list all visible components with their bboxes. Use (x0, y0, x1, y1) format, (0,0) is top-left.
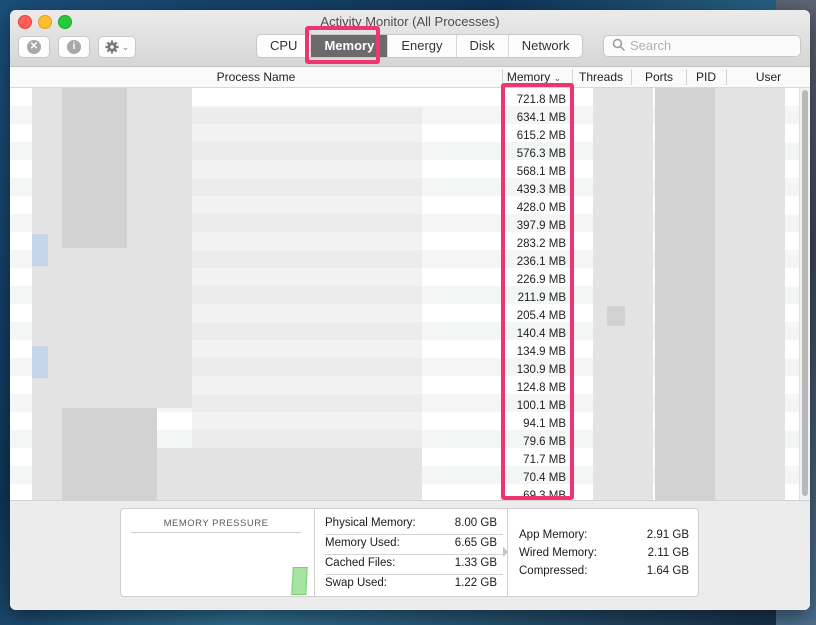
column-process-name[interactable]: Process Name (10, 70, 502, 84)
column-ports[interactable]: Ports (632, 70, 686, 84)
stop-process-button[interactable]: ✕ (18, 36, 50, 58)
tab-cpu[interactable]: CPU (257, 35, 310, 57)
redacted-threads (607, 306, 625, 326)
stat-memory-used: Memory Used: 6.65 GB (325, 534, 503, 555)
scroll-thumb[interactable] (802, 90, 808, 496)
column-threads[interactable]: Threads (573, 70, 629, 84)
x-circle-icon: ✕ (27, 40, 41, 54)
column-header: Process Name Memory ⌄ Threads Ports PID … (10, 67, 810, 88)
memory-pressure-graph (291, 567, 308, 595)
tab-network[interactable]: Network (507, 35, 583, 57)
column-pid[interactable]: PID (687, 70, 725, 84)
stat-value: 1.64 GB (646, 565, 689, 577)
info-icon: i (67, 40, 81, 54)
stat-compressed: Compressed: 1.64 GB (519, 563, 689, 581)
stat-cached-files: Cached Files: 1.33 GB (325, 554, 503, 575)
memory-summary-area: MEMORY PRESSURE Physical Memory: 8.00 GB… (10, 500, 810, 610)
stat-swap-used: Swap Used: 1.22 GB (325, 574, 503, 594)
redacted-names (62, 408, 157, 500)
stat-label: Cached Files: (325, 557, 396, 569)
sort-chevron-icon: ⌄ (553, 73, 562, 83)
stat-value: 6.65 GB (454, 537, 497, 549)
stat-label: Swap Used: (325, 577, 388, 589)
memory-tab-highlight (305, 26, 380, 64)
redacted-icon-block (32, 234, 48, 266)
redacted-users (715, 88, 785, 500)
redacted-ports-pid (655, 88, 715, 500)
memory-pressure-title: MEMORY PRESSURE (163, 518, 269, 529)
redacted-names (157, 448, 422, 500)
search-icon (612, 38, 626, 52)
table-scrollbar[interactable] (799, 88, 810, 500)
tab-disk[interactable]: Disk (455, 35, 508, 57)
column-memory[interactable]: Memory ⌄ (503, 70, 565, 84)
gear-icon (105, 40, 119, 54)
memory-summary-panel: MEMORY PRESSURE Physical Memory: 8.00 GB… (120, 508, 699, 597)
redacted-icons (32, 88, 62, 500)
stat-wired-memory: Wired Memory: 2.11 GB (519, 545, 689, 563)
search-input[interactable]: Search (603, 35, 801, 57)
activity-monitor-window: Activity Monitor (All Processes) ✕ i ⌄ C… (10, 10, 810, 610)
column-user[interactable]: User (727, 70, 810, 84)
window-title: Activity Monitor (All Processes) (320, 14, 500, 29)
redacted-names (192, 108, 422, 448)
inspect-process-button[interactable]: i (58, 36, 90, 58)
stat-app-memory: App Memory: 2.91 GB (519, 527, 689, 545)
panel-divider (314, 509, 315, 596)
redacted-names (62, 88, 127, 248)
memory-pressure-divider (131, 532, 301, 533)
stat-label: Compressed: (519, 565, 588, 577)
redacted-icon-block (32, 346, 48, 378)
memory-column-highlight (501, 83, 574, 500)
stat-physical-memory: Physical Memory: 8.00 GB (325, 514, 503, 535)
stat-label: App Memory: (519, 529, 588, 541)
redacted-names (62, 248, 192, 408)
column-memory-label: Memory (506, 70, 551, 84)
stat-value: 2.11 GB (647, 547, 689, 559)
panel-divider (507, 509, 508, 596)
actions-menu-button[interactable]: ⌄ (98, 36, 136, 58)
chevron-down-icon: ⌄ (121, 41, 130, 52)
stat-value: 1.33 GB (454, 557, 497, 569)
redacted-names (127, 88, 192, 248)
stat-value: 1.22 GB (454, 577, 497, 589)
redacted-threads (593, 88, 653, 500)
stat-label: Physical Memory: (325, 517, 416, 529)
stat-label: Memory Used: (325, 537, 400, 549)
titlebar: Activity Monitor (All Processes) ✕ i ⌄ C… (10, 10, 810, 67)
stat-label: Wired Memory: (519, 547, 597, 559)
tab-energy[interactable]: Energy (387, 35, 455, 57)
process-table[interactable]: 721.8 MB 634.1 MB 615.2 MB 576.3 MB 568.1 MB… (10, 88, 800, 500)
stat-value: 8.00 GB (454, 517, 497, 529)
stat-value: 2.91 GB (646, 529, 689, 541)
